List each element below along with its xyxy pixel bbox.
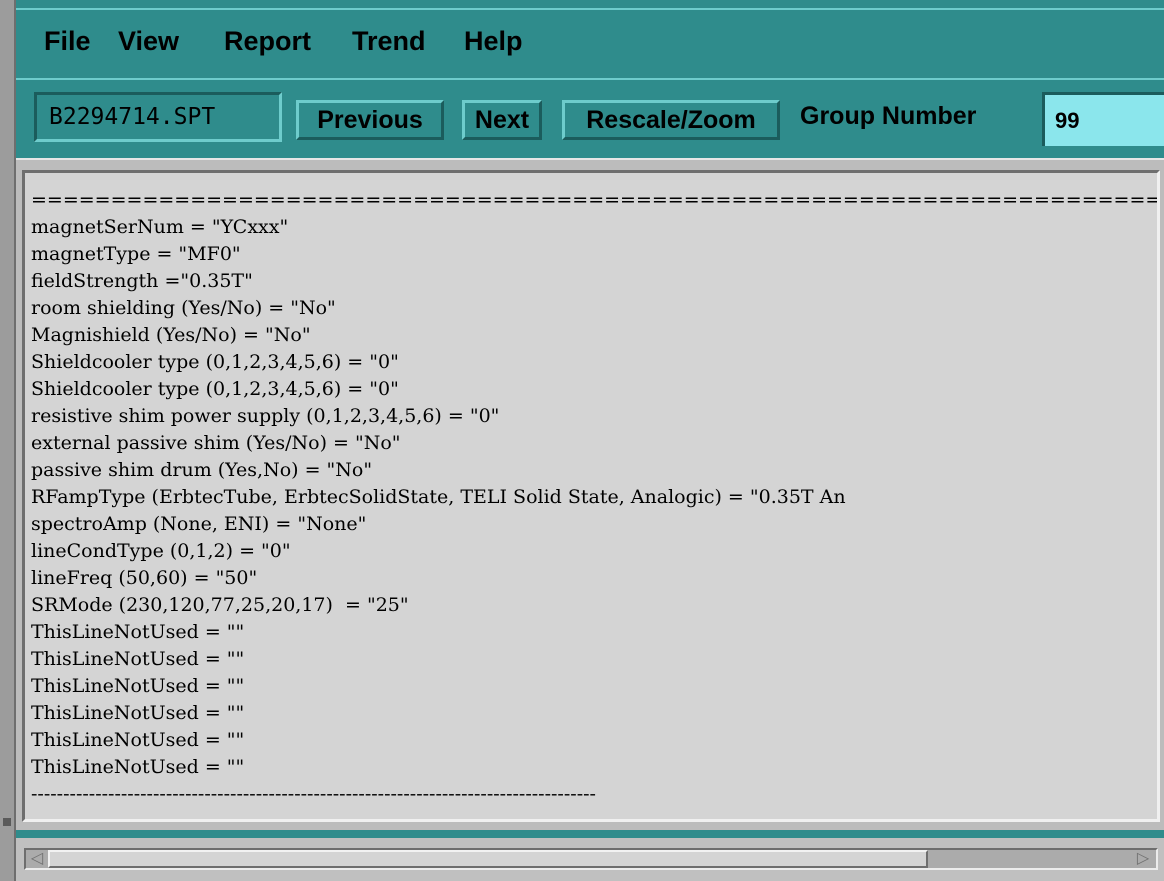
next-button[interactable]: Next <box>462 100 542 140</box>
text-line: external passive shim (Yes/No) = "No" <box>31 432 401 454</box>
scroll-thumb[interactable] <box>48 850 928 868</box>
text-line: passive shim drum (Yes,No) = "No" <box>31 459 373 481</box>
text-line: ThisLineNotUsed = "" <box>31 621 245 643</box>
text-line: ThisLineNotUsed = "" <box>31 675 245 697</box>
app-window: File View Report Trend Help B2294714.SPT… <box>16 0 1164 881</box>
text-line: Shieldcooler type (0,1,2,3,4,5,6) = "0" <box>31 351 399 373</box>
report-text-area[interactable]: ========================================… <box>22 170 1160 822</box>
menu-view[interactable]: View <box>118 26 179 57</box>
menu-file[interactable]: File <box>44 26 91 57</box>
previous-button[interactable]: Previous <box>296 100 444 140</box>
text-line: ThisLineNotUsed = "" <box>31 729 245 751</box>
filename-field[interactable]: B2294714.SPT <box>34 92 282 142</box>
text-line: ThisLineNotUsed = "" <box>31 702 245 724</box>
text-line: ThisLineNotUsed = "" <box>31 756 245 778</box>
menu-trend[interactable]: Trend <box>352 26 426 57</box>
resize-notch[interactable] <box>3 818 11 826</box>
text-line: lineCondType (0,1,2) = "0" <box>31 540 291 562</box>
menu-bar: File View Report Trend Help <box>16 8 1164 80</box>
text-line: fieldStrength ="0.35T" <box>31 270 253 292</box>
arrow-right-icon[interactable]: ▷ <box>1132 850 1154 868</box>
menu-report[interactable]: Report <box>224 26 311 57</box>
rescale-zoom-button[interactable]: Rescale/Zoom <box>562 100 780 140</box>
content-frame: ========================================… <box>16 158 1164 830</box>
toolbar: B2294714.SPT Previous Next Rescale/Zoom … <box>16 78 1164 160</box>
text-line: ========================================… <box>31 189 1160 211</box>
text-line: SRMode (230,120,77,25,20,17) = "25" <box>31 594 409 616</box>
text-line: Magnishield (Yes/No) = "No" <box>31 324 311 346</box>
window-left-edge <box>0 0 16 881</box>
text-line: magnetType = "MF0" <box>31 243 241 265</box>
text-line: spectroAmp (None, ENI) = "None" <box>31 513 367 535</box>
text-line: resistive shim power supply (0,1,2,3,4,5… <box>31 405 500 427</box>
group-number-input[interactable]: 99 <box>1042 92 1164 146</box>
text-line: ----------------------------------------… <box>31 783 596 805</box>
text-line: room shielding (Yes/No) = "No" <box>31 297 336 319</box>
text-line: lineFreq (50,60) = "50" <box>31 567 258 589</box>
text-line: Shieldcooler type (0,1,2,3,4,5,6) = "0" <box>31 378 399 400</box>
group-number-label: Group Number <box>800 102 977 130</box>
text-line: magnetSerNum = "YCxxx" <box>31 216 289 238</box>
horizontal-scrollbar[interactable]: ◁ ▷ <box>16 838 1164 881</box>
arrow-left-icon[interactable]: ◁ <box>26 850 48 868</box>
text-line: ThisLineNotUsed = "" <box>31 648 245 670</box>
text-line: RFampType (ErbtecTube, ErbtecSolidState,… <box>31 486 846 508</box>
menu-help[interactable]: Help <box>464 26 523 57</box>
